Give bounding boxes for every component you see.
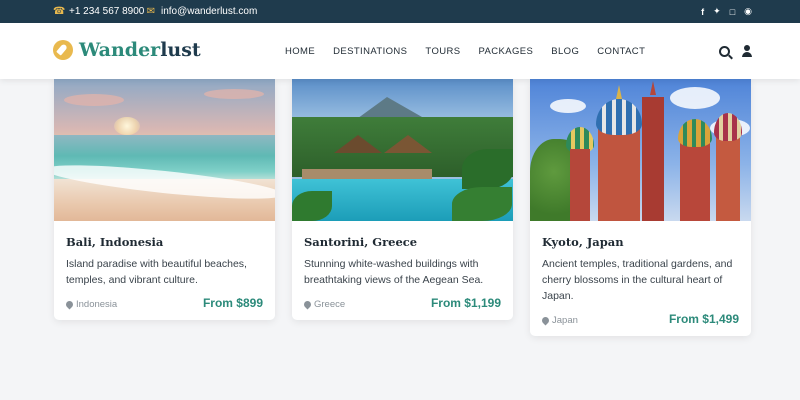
card-location: Japan — [540, 315, 578, 326]
user-icon[interactable] — [742, 45, 752, 57]
nav-menu: HOME DESTINATIONS TOURS PACKAGES BLOG CO… — [285, 23, 645, 79]
card-price: From $899 — [202, 296, 263, 310]
map-pin-icon — [302, 299, 313, 310]
nav-contact[interactable]: CONTACT — [597, 46, 645, 57]
card-title: Santorini, Greece — [304, 235, 418, 249]
card-description: Island paradise with beautiful beaches, … — [66, 258, 247, 286]
destination-card-santorini[interactable]: Santorini, Greece Stunning white-washed … — [292, 79, 513, 320]
phone-contact[interactable]: ☎ +1 234 567 8900 — [53, 0, 144, 23]
brand-name-part1: Wander — [79, 39, 161, 61]
nav-tours[interactable]: TOURS — [425, 46, 460, 57]
card-price: From $1,199 — [430, 296, 501, 310]
nav-home[interactable]: HOME — [285, 46, 315, 57]
pinterest-icon[interactable]: ◉ — [744, 6, 752, 17]
envelope-icon: ✉ — [146, 6, 156, 17]
instagram-icon[interactable]: □ — [730, 7, 735, 17]
location-label: Indonesia — [76, 299, 118, 310]
main-navigation: Wanderlust HOME DESTINATIONS TOURS PACKA… — [0, 23, 800, 79]
card-title: Bali, Indonesia — [66, 235, 164, 249]
search-icon[interactable] — [719, 45, 730, 57]
brand-name-part2: lust — [160, 39, 201, 61]
email-address: info@wanderlust.com — [161, 6, 258, 17]
location-label: Japan — [552, 315, 578, 326]
social-links: f ✦ □ ◉ — [701, 0, 752, 23]
brand-logo[interactable]: Wanderlust — [53, 39, 201, 61]
brand-name: Wanderlust — [79, 39, 201, 61]
card-description: Ancient temples, traditional gardens, an… — [542, 258, 733, 302]
map-pin-icon — [64, 299, 75, 310]
compass-icon — [53, 40, 73, 60]
email-contact[interactable]: ✉ info@wanderlust.com — [145, 0, 258, 23]
facebook-icon[interactable]: f — [701, 7, 704, 17]
nav-destinations[interactable]: DESTINATIONS — [333, 46, 407, 57]
card-location: Greece — [302, 299, 346, 310]
beach-image — [54, 79, 275, 221]
phone-icon: ☎ — [53, 6, 66, 17]
twitter-icon[interactable]: ✦ — [713, 6, 721, 17]
resort-image — [292, 79, 513, 221]
destination-card-bali[interactable]: Bali, Indonesia Island paradise with bea… — [54, 79, 275, 320]
nav-blog[interactable]: BLOG — [551, 46, 579, 57]
destination-card-kyoto[interactable]: Kyoto, Japan Ancient temples, traditiona… — [530, 79, 751, 336]
cathedral-image — [530, 79, 751, 221]
card-location: Indonesia — [64, 299, 118, 310]
card-price: From $1,499 — [668, 312, 739, 326]
nav-packages[interactable]: PACKAGES — [479, 46, 534, 57]
map-pin-icon — [540, 315, 551, 326]
card-description: Stunning white-washed buildings with bre… — [304, 258, 484, 286]
top-contact-bar: ☎ +1 234 567 8900 ✉ info@wanderlust.com … — [0, 0, 800, 23]
card-title: Kyoto, Japan — [542, 235, 624, 249]
phone-number: +1 234 567 8900 — [69, 6, 145, 17]
nav-actions — [719, 23, 752, 79]
location-label: Greece — [314, 299, 346, 310]
